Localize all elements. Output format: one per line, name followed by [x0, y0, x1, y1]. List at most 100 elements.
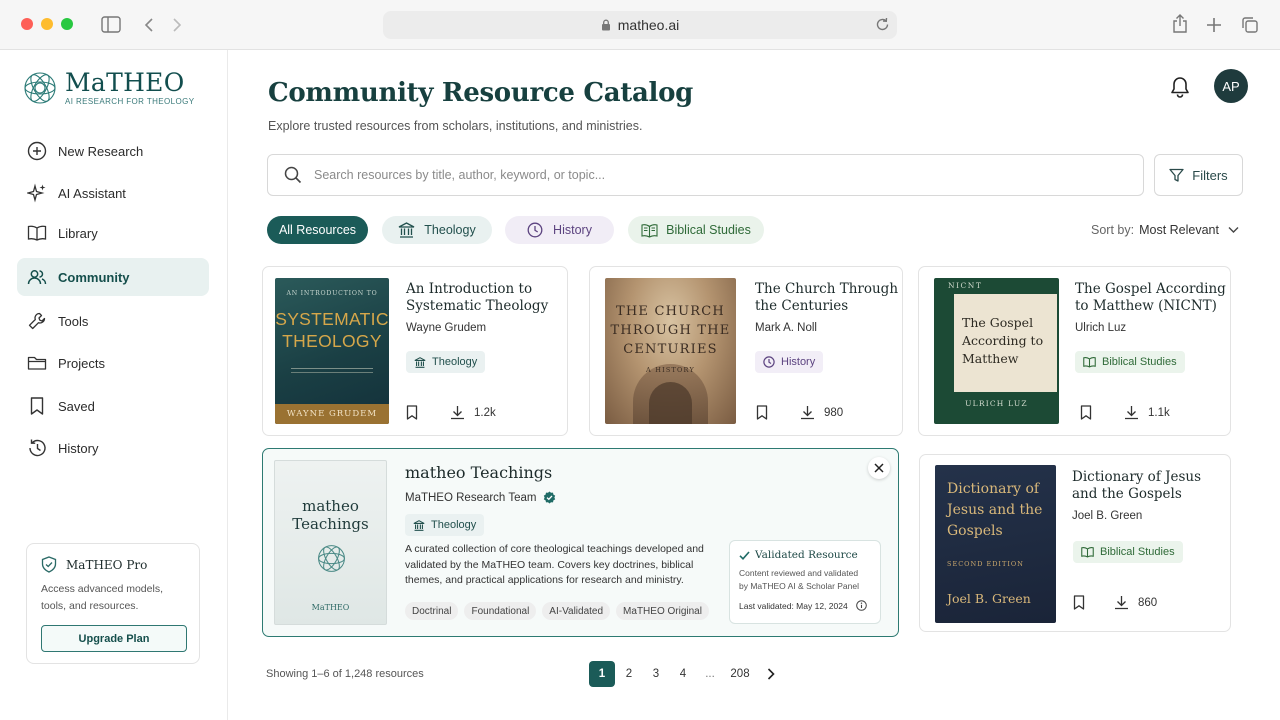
resource-card-gospel-matthew[interactable]: NICNT The Gospel According to Matthew UL… [918, 266, 1231, 436]
chip-all-resources[interactable]: All Resources [267, 216, 368, 244]
card-title[interactable]: An Introduction to Systematic Theology [406, 281, 548, 315]
sort-label: Sort by: [1091, 223, 1135, 237]
resource-card-dictionary-jesus-gospels[interactable]: Dictionary of Jesus and the Gospels SECO… [919, 454, 1231, 632]
cover-title-line: Matthew [962, 351, 1019, 366]
cover-edition: SECOND EDITION [947, 560, 1024, 568]
validated-resource-panel: Validated Resource Content reviewed and … [729, 540, 881, 624]
cover-author: ULRICH LUZ [965, 399, 1028, 408]
reload-icon[interactable] [875, 17, 890, 32]
brand-logo[interactable]: MaTHEO AI RESEARCH FOR THEOLOGY [22, 70, 194, 106]
pro-description-line: tools, and resources. [41, 600, 139, 612]
close-window-button[interactable] [21, 18, 33, 30]
keyword-pill[interactable]: Doctrinal [405, 602, 459, 620]
page-button-current[interactable]: 1 [589, 661, 615, 687]
chevron-right-icon [767, 668, 775, 680]
nav-new-research[interactable]: New Research [17, 132, 209, 170]
page-button[interactable]: 2 [616, 661, 642, 687]
filters-button[interactable]: Filters [1154, 154, 1243, 196]
keyword-pill[interactable]: Foundational [464, 602, 537, 620]
card-title-line: The Gospel According [1075, 281, 1226, 297]
keyword-pill[interactable]: MaTHEO Original [616, 602, 709, 620]
url-text: matheo.ai [617, 17, 680, 33]
chip-history[interactable]: History [505, 216, 614, 244]
notification-bell-icon[interactable] [1170, 76, 1190, 98]
download-icon[interactable] [450, 405, 465, 420]
card-title[interactable]: The Gospel According to Matthew (NICNT) [1075, 281, 1226, 315]
download-icon[interactable] [1114, 595, 1129, 610]
tab-overview-icon[interactable] [1241, 16, 1259, 34]
nav-projects[interactable]: Projects [17, 344, 209, 382]
sparkle-icon [27, 183, 46, 203]
validated-date: Last validated: May 12, 2024 [739, 600, 871, 611]
description-line: themes, and practical applications for r… [405, 574, 684, 586]
search-input[interactable] [314, 168, 1094, 182]
book-cover: AN INTRODUCTION TO SYSTEMATIC THEOLOGY W… [275, 278, 389, 424]
download-icon[interactable] [1124, 405, 1139, 420]
close-button[interactable] [868, 457, 890, 479]
upgrade-plan-button[interactable]: Upgrade Plan [41, 625, 187, 652]
nav-library[interactable]: Library [17, 214, 209, 252]
pro-description-line: Access advanced models, [41, 583, 163, 595]
page-button[interactable]: 4 [670, 661, 696, 687]
sidebar-toggle-icon[interactable] [101, 16, 121, 33]
keyword-pill[interactable]: AI-Validated [542, 602, 611, 620]
sort-dropdown[interactable]: Sort by: Most Relevant [1091, 223, 1239, 237]
nav-community[interactable]: Community [17, 258, 209, 296]
nav-ai-assistant[interactable]: AI Assistant [17, 174, 209, 212]
minimize-window-button[interactable] [41, 18, 53, 30]
card-title[interactable]: The Church Through the Centuries [755, 281, 898, 315]
open-book-icon [1081, 547, 1094, 558]
nav-label: AI Assistant [58, 185, 126, 201]
user-avatar[interactable]: AP [1214, 69, 1248, 103]
nav-saved[interactable]: Saved [17, 387, 209, 425]
bookmark-icon[interactable] [406, 405, 418, 420]
download-icon[interactable] [800, 405, 815, 420]
author-name: MaTHEO Research Team [405, 491, 537, 504]
page-button[interactable]: 208 [724, 661, 756, 687]
users-icon [27, 270, 47, 285]
tag-label: Theology [431, 519, 477, 531]
chip-theology[interactable]: Theology [382, 216, 492, 244]
validated-date-text: Last validated: May 12, 2024 [739, 600, 848, 611]
card-actions: 1.2k [406, 405, 496, 420]
search-bar[interactable] [267, 154, 1144, 196]
next-page-button[interactable] [758, 661, 784, 687]
cover-title-line: Teachings [292, 515, 369, 533]
new-tab-icon[interactable] [1206, 17, 1222, 33]
chip-biblical-studies[interactable]: Biblical Studies [628, 216, 764, 244]
resource-card-systematic-theology[interactable]: AN INTRODUCTION TO SYSTEMATIC THEOLOGY W… [262, 266, 568, 436]
bookmark-icon[interactable] [756, 405, 768, 420]
tag-label: Theology [432, 356, 478, 368]
maximize-window-button[interactable] [61, 18, 73, 30]
cover-title-line: THROUGH THE [610, 323, 731, 338]
cover-title-line: According to [962, 333, 1044, 348]
card-author: MaTHEO Research Team [405, 491, 556, 504]
card-title[interactable]: Dictionary of Jesus and the Gospels [1072, 469, 1201, 503]
info-icon[interactable] [855, 600, 867, 611]
book-cover: matheo Teachings MaTHEO [274, 460, 387, 625]
address-bar[interactable]: matheo.ai [383, 11, 897, 39]
clock-icon [763, 356, 775, 368]
resource-card-church-through-centuries[interactable]: THE CHURCH THROUGH THE CENTURIES A HISTO… [589, 266, 903, 436]
card-actions: 980 [756, 405, 843, 420]
cover-brand: MaTHEO [311, 603, 350, 612]
forward-icon[interactable] [171, 17, 183, 33]
card-title[interactable]: matheo Teachings [405, 464, 552, 481]
pillars-icon [414, 356, 426, 368]
back-icon[interactable] [143, 17, 155, 33]
cover-author: Joel B. Green [947, 591, 1031, 606]
brand-name: MaTHEO [65, 68, 185, 97]
cover-top-text: NICNT [948, 281, 983, 290]
card-author: Ulrich Luz [1075, 322, 1127, 334]
filters-label: Filters [1192, 167, 1228, 183]
history-icon [29, 439, 46, 457]
bookmark-icon[interactable] [1073, 595, 1085, 610]
page-button[interactable]: 3 [643, 661, 669, 687]
bookmark-icon[interactable] [1080, 405, 1092, 420]
pro-title: MaTHEO Pro [66, 557, 148, 572]
share-icon[interactable] [1172, 14, 1188, 34]
sort-value: Most Relevant [1139, 223, 1219, 237]
nav-tools[interactable]: Tools [17, 302, 209, 340]
nav-history[interactable]: History [17, 429, 209, 467]
card-description: A curated collection of core theological… [405, 542, 704, 589]
